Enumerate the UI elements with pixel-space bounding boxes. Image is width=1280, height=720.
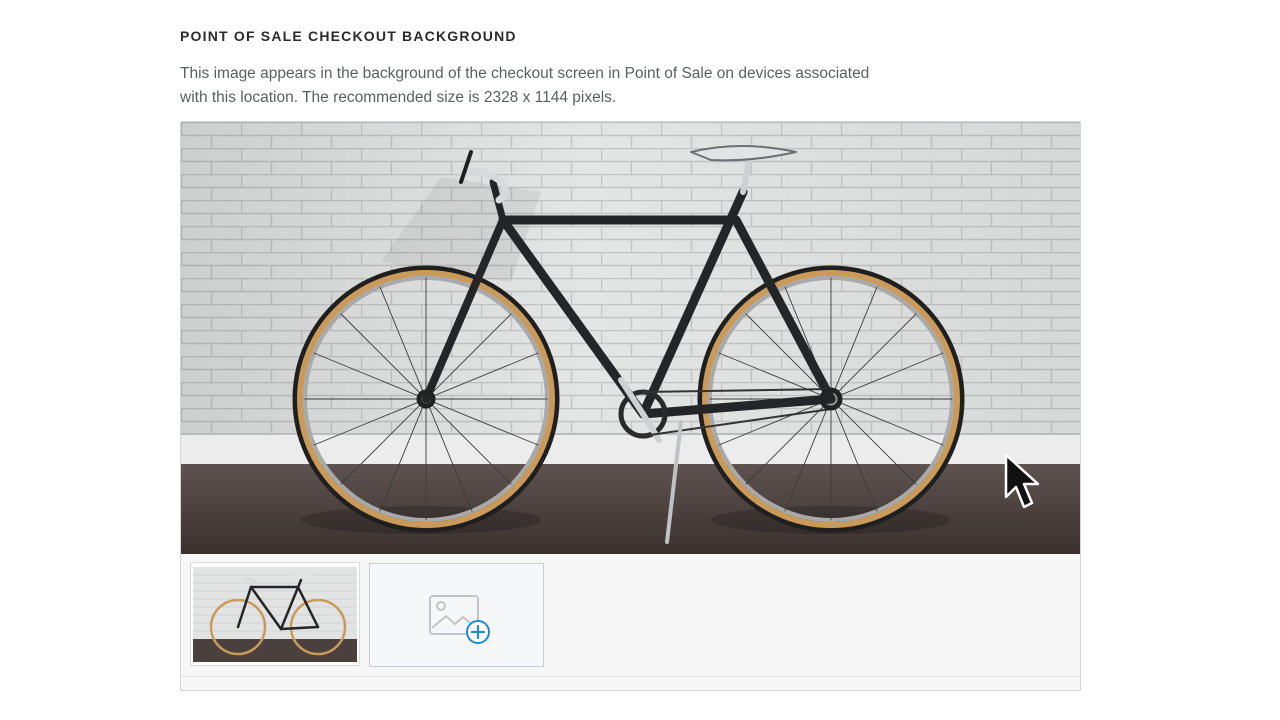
- image-thumbnail-selected[interactable]: [190, 562, 360, 666]
- image-picker-panel: [180, 121, 1081, 691]
- add-image-icon: [429, 595, 490, 644]
- section-description: This image appears in the background of …: [180, 65, 870, 106]
- add-image-button[interactable]: [369, 563, 544, 667]
- mouse-cursor-icon: [1004, 453, 1040, 509]
- panel-footer-divider: [181, 676, 1080, 677]
- bicycle-thumbnail-icon: [193, 567, 357, 662]
- section-title: POINT OF SALE CHECKOUT BACKGROUND: [180, 28, 517, 44]
- bicycle-preview-image: [181, 122, 1080, 554]
